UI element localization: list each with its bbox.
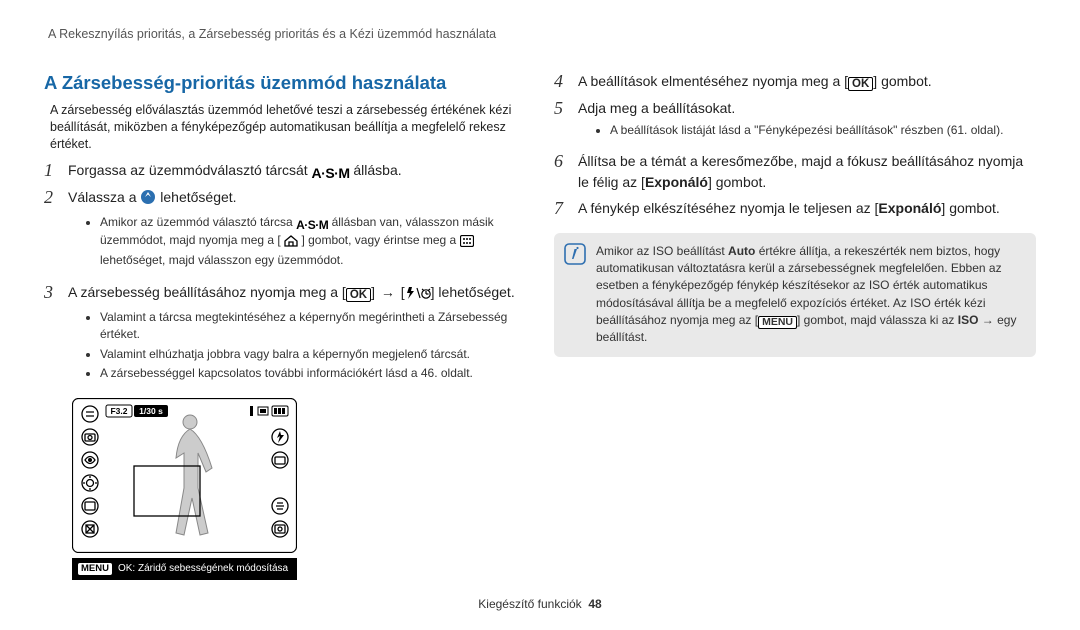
step-body: A fénykép elkészítéséhez nyomja le telje… [578,198,1036,218]
steps-left: 1 Forgassa az üzemmódválasztó tárcsát A·… [44,160,526,388]
page-footer: Kiegészítő funkciók 48 [44,588,1036,612]
step-number: 6 [554,151,578,172]
step-number: 5 [554,98,578,119]
mode-palette-icon [460,235,474,252]
step-text: ] gombot. [873,73,931,89]
info-note: Amikor az ISO beállítást Auto értékre ál… [554,233,1036,357]
left-column: A Zársebesség-prioritás üzemmód használa… [44,65,526,588]
step-number: 2 [44,187,68,208]
note-text: Amikor az üzemmód választó tárcsa [100,215,296,229]
step-5: 5 Adja meg a beállításokat. A beállításo… [554,98,1036,146]
step-text: lehetőséget. [160,189,236,205]
step-text: A zársebesség beállításához nyomja meg a… [68,284,346,300]
step-text: ] lehetőséget. [431,284,515,300]
step-6: 6 Állítsa be a témát a keresőmezőbe, maj… [554,151,1036,192]
step-note: A beállítások listáját lásd a "Fényképez… [610,122,1036,139]
breadcrumb: A Rekesznyílás prioritás, a Zársebesség … [44,26,1036,43]
step-note: Valamint a tárcsa megtekintéséhez a képe… [100,309,526,344]
note-text: lehetőséget, majd válasszon egy üzemmódo… [100,253,343,267]
content-columns: A Zársebesség-prioritás üzemmód használa… [44,65,1036,588]
step-text: A fénykép elkészítéséhez nyomja le telje… [578,200,878,216]
step-text: állásba. [353,162,401,178]
mode-asm-icon: A·S·M [312,166,350,180]
step-text: A beállítások elmentéséhez nyomja meg a … [578,73,848,89]
step-body: Válassza a lehetőséget. Amikor az üzemmó… [68,187,526,275]
home-icon [284,235,298,252]
step-number: 3 [44,282,68,303]
note-fragment: ] gombot, majd válassza ki az [797,313,958,327]
step-notes: Valamint a tárcsa megtekintéséhez a képe… [86,309,526,383]
intro-paragraph: A zársebesség előválasztás üzemmód lehet… [44,102,526,153]
arrow-icon: → [381,284,395,300]
preview-caption-text: OK: Záridő sebességének módosítása [118,562,288,576]
step-notes: A beállítások listáját lásd a "Fényképez… [596,122,1036,139]
shutter-value: 1/30 s [139,406,163,416]
note-iso: ISO [958,313,979,327]
step-note: A zársebességgel kapcsolatos további inf… [100,365,526,382]
step-number: 1 [44,160,68,181]
step-body: Forgassa az üzemmódválasztó tárcsát A·S·… [68,160,526,180]
note-text: Amikor az ISO beállítást Auto értékre ál… [596,243,1024,347]
info-icon [564,243,588,270]
step-4: 4 A beállítások elmentéséhez nyomja meg … [554,71,1036,92]
step-text: Forgassa az üzemmódválasztó tárcsát [68,162,312,178]
mode-asm-icon: A·S·M [296,219,328,231]
step-note: Valamint elhúzhatja jobbra vagy balra a … [100,346,526,363]
flash-timer-icon [405,285,431,305]
step-body: A zársebesség beállításához nyomja meg a… [68,282,526,389]
step-7: 7 A fénykép elkészítéséhez nyomja le tel… [554,198,1036,219]
note-auto: Auto [728,244,755,258]
step-note: Amikor az üzemmód választó tárcsa A·S·M … [100,214,526,269]
camera-preview-svg: F3.2 1/30 s [72,398,297,553]
preview-caption-bar: MENU OK: Záridő sebességének módosítása [72,558,297,580]
shutter-bold: Exponáló [645,174,708,190]
step-text: ] gombot. [941,200,999,216]
menu-button-icon: MENU [758,316,797,329]
note-fragment: Amikor az ISO beállítást [596,244,728,258]
step-number: 7 [554,198,578,219]
menu-chip-icon: MENU [78,563,112,575]
note-text: ] gombot, vagy érintse meg a [301,233,459,247]
section-title: A Zársebesség-prioritás üzemmód használa… [44,71,526,96]
right-column: 4 A beállítások elmentéséhez nyomja meg … [554,65,1036,588]
step-3: 3 A zársebesség beállításához nyomja meg… [44,282,526,389]
steps-right: 4 A beállítások elmentéséhez nyomja meg … [554,71,1036,219]
step-2: 2 Válassza a lehetőséget. Ami [44,187,526,275]
ok-button-icon: OK [346,288,371,302]
footer-page-number: 48 [588,597,601,611]
step-number: 4 [554,71,578,92]
step-body: Adja meg a beállításokat. A beállítások … [578,98,1036,146]
ok-button-icon: OK [848,77,873,91]
step-text: Válassza a [68,189,140,205]
step-notes: Amikor az üzemmód választó tárcsa A·S·M … [86,214,526,269]
step-text: Adja meg a beállításokat. [578,100,735,116]
shutter-priority-mode-icon [140,189,156,210]
step-text: ] gombot. [708,174,766,190]
step-body: Állítsa be a témát a keresőmezőbe, majd … [578,151,1036,192]
step-body: A beállítások elmentéséhez nyomja meg a … [578,71,1036,91]
manual-page: A Rekesznyílás prioritás, a Zársebesség … [0,0,1080,630]
footer-label: Kiegészítő funkciók [478,597,581,611]
shutter-bold: Exponáló [878,200,941,216]
camera-preview-illustration: F3.2 1/30 s [72,398,297,579]
aperture-value: F3.2 [110,406,127,416]
step-1: 1 Forgassa az üzemmódválasztó tárcsát A·… [44,160,526,181]
